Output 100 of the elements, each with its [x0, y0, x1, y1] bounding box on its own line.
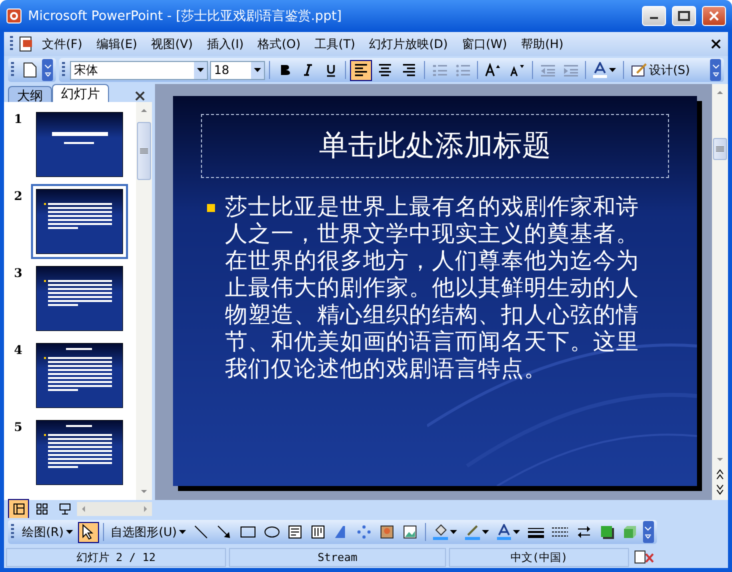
italic-icon — [302, 64, 314, 76]
menu-item[interactable]: 幻灯片放映(D) — [363, 34, 454, 54]
dashed-lines-icon — [552, 526, 568, 538]
menu-item[interactable]: 文件(F) — [36, 34, 88, 54]
status-design: Stream — [229, 548, 446, 566]
status-language: 中文(中国) — [449, 548, 629, 566]
shrink-font-icon — [509, 63, 525, 77]
scroll-thumb[interactable] — [713, 138, 727, 160]
grow-font-icon — [485, 63, 501, 77]
menu-item[interactable]: 视图(V) — [145, 34, 199, 54]
slide-thumbnail[interactable] — [36, 189, 123, 254]
scroll-thumb[interactable] — [137, 122, 151, 180]
slide-number: 2 — [14, 189, 24, 203]
font-size-field[interactable]: 18 — [210, 60, 265, 80]
slide-thumbnail[interactable] — [36, 112, 123, 177]
font-color-icon — [593, 62, 607, 78]
vertical-text-box-icon — [311, 525, 326, 539]
caret-icon — [482, 530, 489, 534]
double-arrow-icon — [576, 525, 592, 539]
bullet-list-icon — [456, 64, 470, 76]
minimize-button[interactable] — [642, 6, 666, 26]
toolbar-options-button[interactable] — [42, 59, 53, 81]
spelling-error-icon — [632, 549, 656, 565]
align-center-icon — [377, 63, 393, 77]
scrollbar[interactable] — [136, 102, 152, 500]
grip-icon — [716, 146, 724, 152]
dot-ring-icon — [357, 525, 372, 539]
font-color-icon — [496, 524, 511, 540]
draw-menu-button[interactable]: 绘图(R) — [19, 522, 76, 542]
bold-icon — [278, 64, 290, 76]
normal-view-button[interactable] — [8, 498, 29, 520]
slide-thumbnail[interactable] — [36, 266, 123, 331]
chevron-icon — [644, 525, 652, 539]
autoshapes-menu-button[interactable]: 自选图形(U) — [108, 522, 189, 542]
blank-page-icon — [22, 62, 36, 78]
caret-icon — [178, 530, 186, 534]
menu-item[interactable]: 格式(O) — [252, 34, 307, 54]
font-field[interactable]: 宋体 — [70, 60, 208, 80]
title-placeholder[interactable]: 单击此处添加标题 — [201, 114, 669, 178]
scrollbar[interactable] — [712, 84, 728, 500]
slide-number: 1 — [14, 112, 24, 126]
slide-thumbnail[interactable] — [36, 343, 123, 408]
status-slide-count: 幻灯片 2 / 12 — [6, 548, 226, 566]
align-button[interactable] — [350, 60, 372, 80]
rectangle-icon — [240, 526, 256, 538]
numbered-list-icon — [432, 64, 446, 76]
select-pointer-button[interactable] — [78, 522, 99, 542]
caret-icon — [254, 68, 261, 72]
toolbar-options-button[interactable] — [710, 59, 721, 81]
caret-icon — [450, 530, 457, 534]
maximize-button[interactable] — [672, 6, 696, 26]
menu-item[interactable]: 插入(I) — [200, 34, 250, 54]
caret-icon — [512, 530, 520, 534]
arrow-icon — [217, 525, 232, 539]
chevron-icon — [44, 63, 52, 77]
grip-icon — [140, 148, 148, 154]
maximize-icon — [678, 11, 690, 21]
caret-icon — [66, 530, 73, 534]
menu-item[interactable]: 工具(T) — [308, 34, 362, 54]
document-icon — [18, 36, 34, 52]
clip-art-icon — [380, 525, 394, 539]
menu-item[interactable]: 编辑(E) — [90, 34, 144, 54]
text-box-icon — [288, 525, 302, 539]
menu-item[interactable]: 帮助(H) — [515, 34, 570, 54]
window-title: Microsoft PowerPoint - [莎士比亚戏剧语言鉴赏.ppt] — [28, 8, 343, 25]
pencil-page-icon — [631, 63, 647, 77]
caret-icon — [609, 68, 616, 72]
underline-icon — [324, 64, 336, 76]
pane-tab[interactable]: 幻灯片 — [52, 84, 109, 102]
design-button[interactable]: 设计(S) — [628, 60, 693, 80]
scroll-left-icon — [80, 505, 86, 513]
close-button[interactable] — [702, 6, 726, 26]
slide-body-text: 莎士比亚是世界上最有名的戏剧作家和诗人之一，世界文学中现实主义的奠基者。在世界的很多地方，人们尊奉他为迄今为止最伟大的剧作家。他以其鲜明生动的人物塑造、精心组织的结构、扣人心弦的情节、和优美如画的语言而闻名天下。这里我们仅论述他的戏剧语言特点。 — [225, 194, 640, 383]
align-left-icon — [353, 63, 369, 77]
indent-icon — [564, 64, 578, 76]
pane-tab[interactable]: 大纲 — [8, 86, 52, 102]
normal-view-icon — [12, 503, 24, 515]
font-color-button[interactable] — [590, 60, 619, 80]
line-icon — [194, 525, 208, 539]
shadow-square-icon — [600, 525, 614, 539]
brush-icon — [464, 524, 480, 540]
pointer-icon — [82, 524, 94, 540]
toolbar-options-button[interactable] — [642, 521, 654, 543]
align-right-icon — [401, 63, 417, 77]
cube-icon — [623, 525, 638, 539]
app-icon — [6, 8, 22, 24]
slide-number: 5 — [14, 420, 24, 434]
projector-screen-icon — [58, 503, 70, 515]
close-icon — [134, 90, 146, 102]
slide-number: 3 — [14, 266, 24, 280]
close-icon — [710, 38, 722, 50]
paint-bucket-icon — [432, 524, 448, 540]
slide-number: 4 — [14, 343, 24, 357]
scrollbar[interactable] — [77, 502, 152, 516]
scroll-right-icon — [143, 505, 149, 513]
picture-icon — [403, 525, 418, 539]
menu-item[interactable]: 窗口(W) — [456, 34, 514, 54]
slide-thumbnail[interactable] — [36, 420, 123, 485]
bullet-icon — [207, 204, 215, 212]
grid-icon — [36, 503, 48, 515]
